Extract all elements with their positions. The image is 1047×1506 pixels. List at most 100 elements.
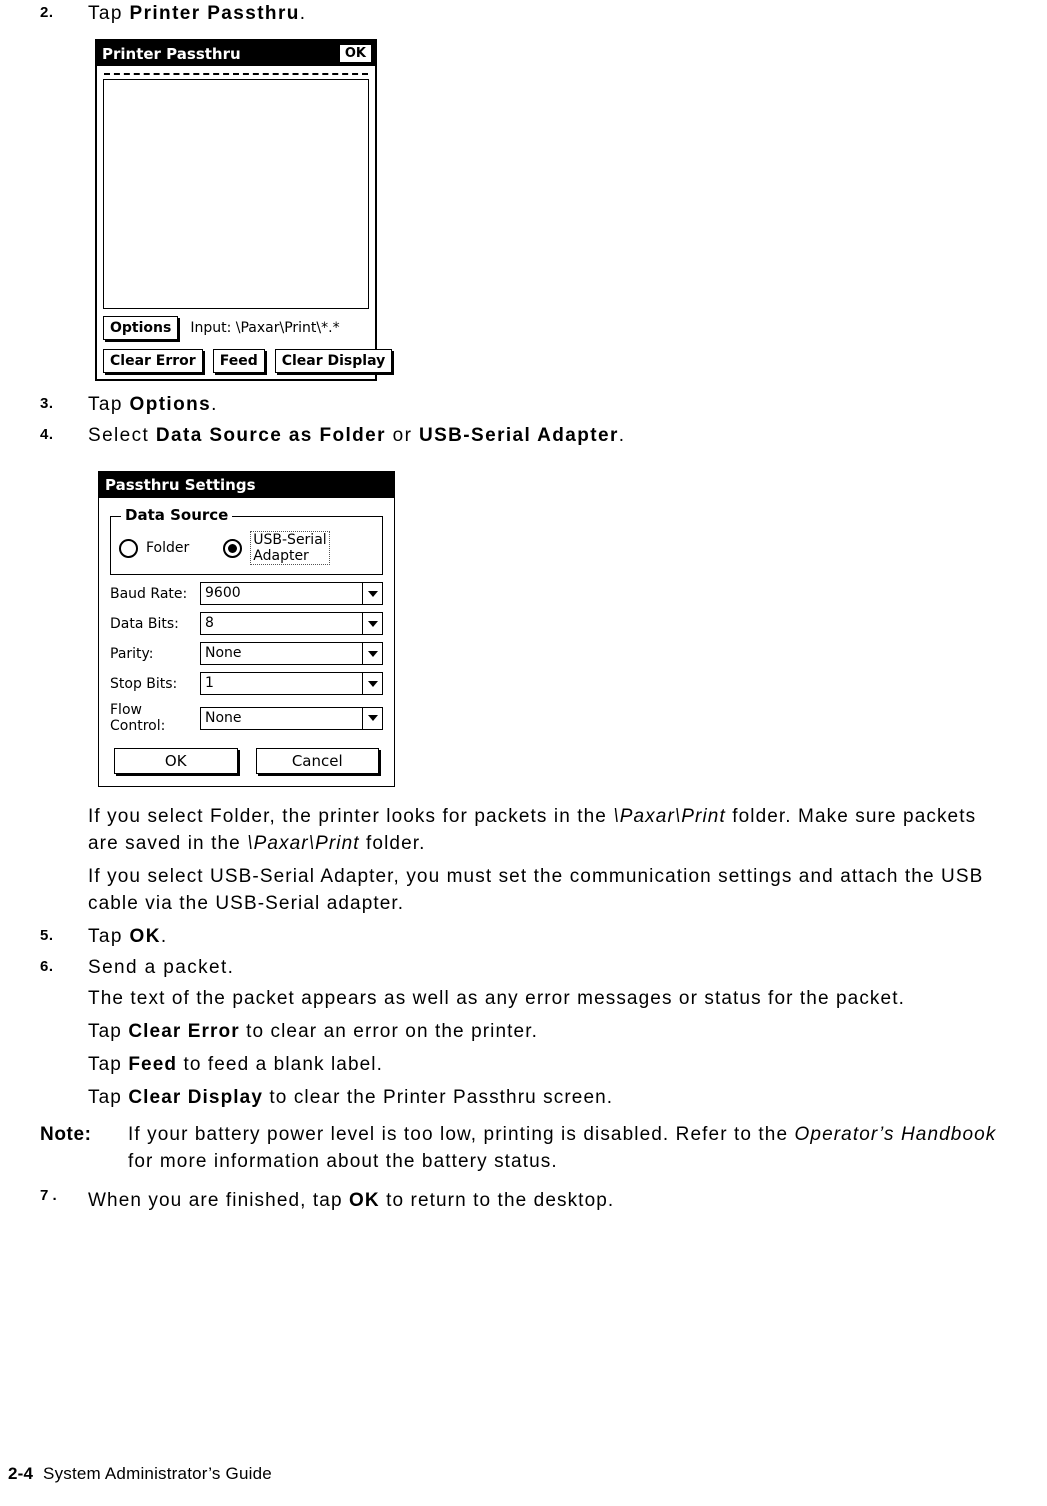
- passthru-title: Printer Passthru: [102, 44, 241, 63]
- step-4-pre: Select: [88, 425, 156, 446]
- parity-label: Parity:: [110, 645, 154, 662]
- radio-folder-label: Folder: [146, 540, 190, 556]
- chevron-down-icon[interactable]: [362, 643, 382, 664]
- flow-control-row: Flow Control: None: [110, 702, 383, 734]
- folder-text-3: folder.: [359, 833, 426, 854]
- stop-bits-dropdown[interactable]: 1: [200, 672, 383, 695]
- step-4-number: 4.: [40, 426, 54, 443]
- usb-label-line2: Adapter: [253, 548, 309, 564]
- document-page: 2. Tap Printer Passthru. Printer Passthr…: [0, 0, 1047, 1506]
- baud-rate-dropdown[interactable]: 9600: [200, 582, 383, 605]
- step-3-pre: Tap: [88, 394, 130, 415]
- note-text-2: for more information about the battery s…: [128, 1151, 558, 1172]
- passthru-settings-screenshot: Passthru Settings Data Source Folder USB…: [98, 471, 395, 787]
- baud-rate-row: Baud Rate: 9600: [110, 582, 383, 605]
- radio-usb-serial-adapter-label: USB-Serial Adapter: [250, 531, 330, 565]
- paragraph-usb: If you select USB-Serial Adapter, you mu…: [88, 866, 984, 914]
- flow-control-label-line2: Control:: [110, 718, 166, 734]
- data-bits-dropdown[interactable]: 8: [200, 612, 383, 635]
- stop-bits-label: Stop Bits:: [110, 675, 178, 692]
- folder-path-2: \Paxar\Print: [247, 833, 360, 854]
- clear-display-bold: Clear Display: [128, 1087, 264, 1108]
- options-button[interactable]: Options: [103, 316, 179, 340]
- flow-control-label: Flow Control:: [110, 702, 200, 734]
- step-5: 5. Tap OK.: [40, 923, 1007, 950]
- data-bits-row: Data Bits: 8: [110, 612, 383, 635]
- step-4-post: .: [618, 425, 626, 446]
- passthru-divider: [104, 73, 368, 75]
- passthru-buttons-row: Clear Error Feed Clear Display: [103, 349, 393, 373]
- stop-bits-value: 1: [205, 675, 214, 691]
- passthru-body: Options Input: \Paxar\Print\*.* Clear Er…: [97, 66, 393, 379]
- radio-folder[interactable]: [119, 538, 138, 558]
- passthru-ok-button[interactable]: OK: [338, 44, 372, 63]
- clear-display-pre: Tap: [88, 1087, 129, 1108]
- parity-value: None: [205, 645, 242, 661]
- clear-display-post: to clear the Printer Passthru screen.: [263, 1087, 614, 1108]
- step-7: 7 . When you are finished, tap OK to ret…: [40, 1187, 1007, 1214]
- page-footer: 2-4 System Administrator’s Guide: [0, 1464, 1047, 1484]
- data-bits-value: 8: [205, 615, 214, 631]
- step-3-number: 3.: [40, 395, 54, 412]
- baud-rate-label: Baud Rate:: [110, 585, 188, 602]
- step-5-text: Tap OK.: [88, 923, 168, 950]
- paragraph-clear-display: Tap Clear Display to clear the Printer P…: [88, 1084, 1007, 1111]
- step-7-pre: When you are finished, tap: [88, 1190, 350, 1211]
- clear-error-post: to clear an error on the printer.: [239, 1021, 538, 1042]
- step-4: 4. Select Data Source as Folder or USB-S…: [40, 422, 1007, 449]
- stop-bits-row: Stop Bits: 1: [110, 672, 383, 695]
- step-6-text: Send a packet.: [88, 957, 235, 978]
- settings-title: Passthru Settings: [105, 476, 256, 494]
- data-source-group: Data Source Folder USB-Serial Adapter: [110, 506, 383, 575]
- settings-cancel-button[interactable]: Cancel: [255, 748, 379, 774]
- note-text-1: If your battery power level is too low, …: [128, 1124, 795, 1145]
- step-2-text: Tap Printer Passthru.: [88, 0, 306, 27]
- note-label: Note:: [40, 1124, 92, 1145]
- feed-bold: Feed: [128, 1054, 178, 1075]
- feed-button[interactable]: Feed: [212, 349, 265, 373]
- passthru-text-area[interactable]: [103, 79, 369, 309]
- radio-usb-serial-adapter[interactable]: [223, 538, 243, 558]
- data-bits-label: Data Bits:: [110, 615, 179, 632]
- clear-error-pre: Tap: [88, 1021, 129, 1042]
- step-2-number: 2.: [40, 4, 54, 21]
- chevron-down-icon[interactable]: [362, 707, 382, 729]
- chevron-down-icon[interactable]: [362, 613, 382, 634]
- step-2-post: .: [299, 3, 307, 24]
- footer-title: System Administrator’s Guide: [43, 1464, 272, 1483]
- feed-pre: Tap: [88, 1054, 129, 1075]
- input-path-label: Input: \Paxar\Print\*.*: [190, 320, 340, 336]
- step-7-bold: OK: [349, 1190, 380, 1211]
- usb-label-line1: USB-Serial: [253, 532, 327, 548]
- step-2-bold: Printer Passthru: [129, 3, 300, 24]
- parity-dropdown[interactable]: None: [200, 642, 383, 665]
- folder-path-1: \Paxar\Print: [613, 806, 726, 827]
- chevron-down-icon[interactable]: [362, 673, 382, 694]
- step-5-pre: Tap: [88, 926, 130, 947]
- step-5-post: .: [160, 926, 168, 947]
- clear-error-bold: Clear Error: [128, 1021, 240, 1042]
- footer-page-number: 2-4: [8, 1464, 34, 1483]
- note-block: Note: If your battery power level is too…: [40, 1121, 1007, 1175]
- step-5-bold: OK: [129, 926, 161, 947]
- printer-passthru-screenshot: Printer Passthru OK Options Input: \Paxa…: [95, 39, 393, 381]
- clear-error-button[interactable]: Clear Error: [103, 349, 203, 373]
- step-6: 6. Send a packet.: [40, 954, 1007, 981]
- paragraph-feed: Tap Feed to feed a blank label.: [88, 1051, 1007, 1078]
- step-7-number: 7 .: [40, 1187, 57, 1204]
- passthru-options-row: Options Input: \Paxar\Print\*.*: [103, 316, 369, 340]
- step-2-pre: Tap: [88, 3, 130, 24]
- flow-control-dropdown[interactable]: None: [200, 706, 383, 730]
- step-7-post: to return to the desktop.: [379, 1190, 615, 1211]
- chevron-down-icon[interactable]: [362, 583, 382, 604]
- settings-buttons-row: OK Cancel: [110, 748, 383, 774]
- data-source-group-title: Data Source: [121, 506, 233, 524]
- step-3-text: Tap Options.: [88, 391, 218, 418]
- clear-display-button[interactable]: Clear Display: [274, 349, 393, 373]
- settings-titlebar: Passthru Settings: [99, 472, 394, 498]
- step-3-bold: Options: [129, 394, 212, 415]
- paragraph-clear-error: Tap Clear Error to clear an error on the…: [88, 1018, 1007, 1045]
- data-source-options: Folder USB-Serial Adapter: [119, 531, 374, 565]
- settings-ok-button[interactable]: OK: [114, 748, 238, 774]
- step-6-number: 6.: [40, 958, 54, 975]
